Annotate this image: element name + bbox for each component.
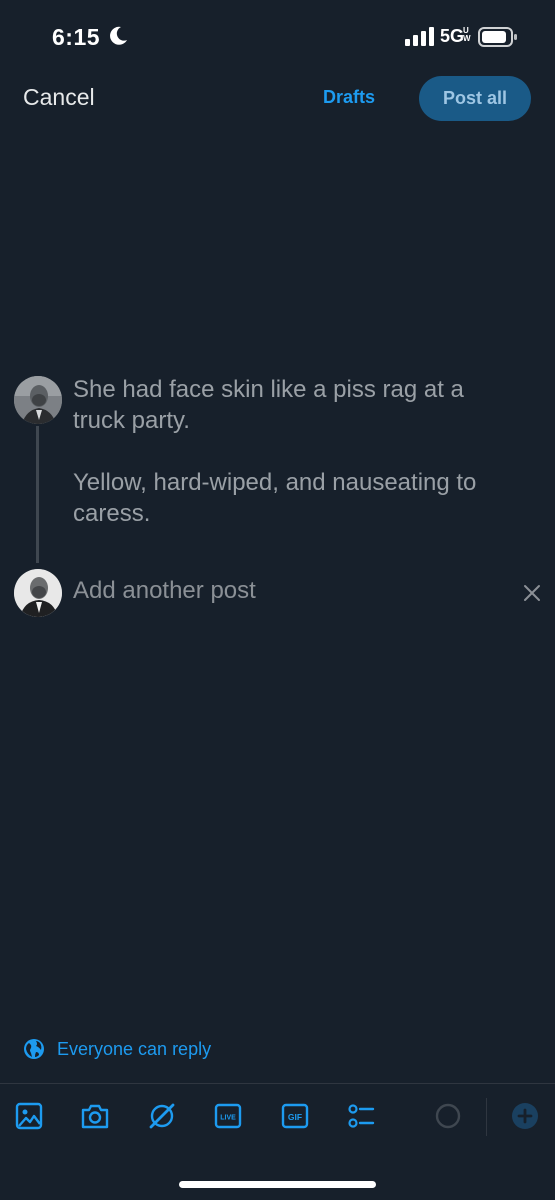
home-indicator[interactable] [179, 1181, 376, 1188]
toolbar-divider [0, 1083, 555, 1084]
reply-setting-button[interactable]: Everyone can reply [23, 1036, 211, 1062]
avatar-photo [14, 376, 62, 424]
post-all-button[interactable]: Post all [419, 76, 531, 121]
reply-setting-label: Everyone can reply [57, 1038, 212, 1059]
avatar [14, 569, 62, 617]
avatar [14, 376, 62, 424]
battery-icon [478, 27, 517, 47]
gif-icon-text: GIF [288, 1112, 302, 1122]
drafts-button[interactable]: Drafts [323, 87, 375, 108]
poll-icon[interactable] [346, 1101, 376, 1131]
image-icon[interactable] [14, 1101, 44, 1131]
network-suffix: UW [463, 26, 471, 43]
compose-screen: 6:15 5G UW Cancel Drafts Post all She ha… [0, 0, 555, 1200]
add-another-post-input[interactable]: Add another post [73, 577, 256, 605]
moon-icon [110, 26, 127, 45]
grok-icon[interactable] [147, 1101, 177, 1131]
post-paragraph: Yellow, hard-wiped, and nauseating to ca… [73, 469, 477, 527]
signal-icon [405, 27, 434, 46]
globe-icon [24, 1039, 44, 1059]
status-time: 6:15 [52, 24, 101, 50]
network-label: 5G [440, 26, 465, 46]
post-text[interactable]: She had face skin like a piss rag at a t… [73, 374, 503, 529]
live-icon[interactable]: LIVE [213, 1101, 243, 1131]
add-post-icon[interactable] [510, 1101, 540, 1131]
post-paragraph: She had face skin like a piss rag at a t… [73, 376, 464, 434]
status-bar: 6:15 5G UW [0, 0, 555, 72]
live-icon-text: LIVE [220, 1115, 236, 1122]
close-icon[interactable] [521, 582, 543, 604]
avatar-photo [14, 569, 62, 617]
thread-connector-line [36, 426, 39, 563]
camera-icon[interactable] [80, 1101, 110, 1131]
gif-icon[interactable]: GIF [280, 1101, 310, 1131]
toolbar-separator [486, 1098, 487, 1136]
cancel-button[interactable]: Cancel [23, 84, 95, 111]
character-count-circle [435, 1103, 461, 1129]
